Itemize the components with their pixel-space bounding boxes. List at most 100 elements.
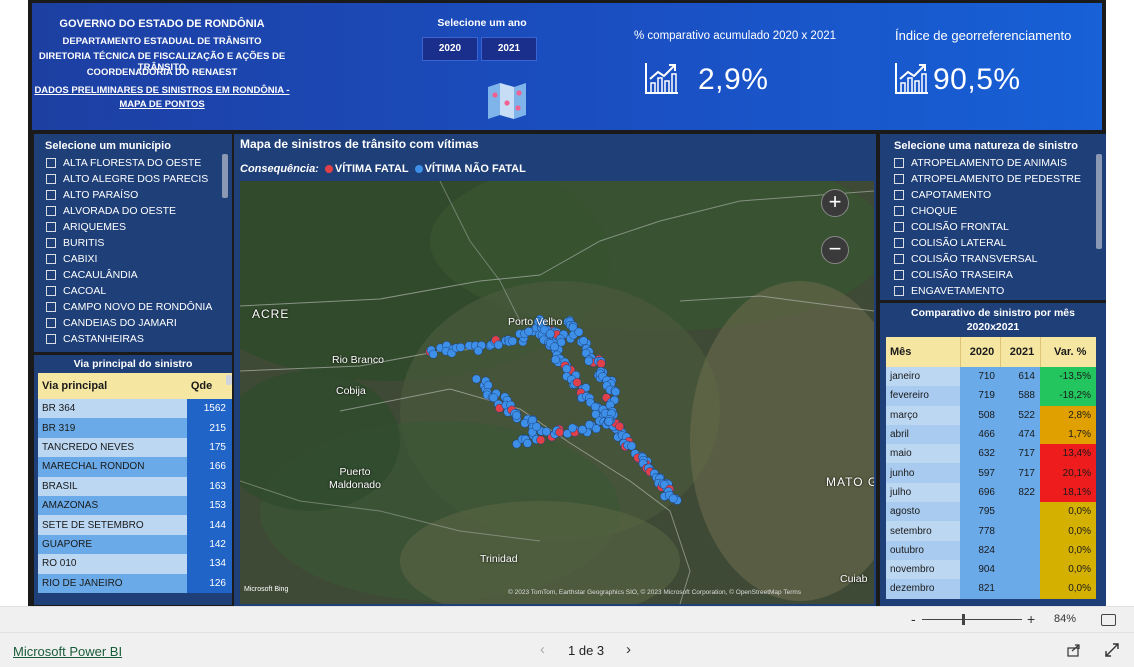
accident-point[interactable] bbox=[668, 494, 678, 504]
report-subtitle-line1[interactable]: DADOS PRELIMINARES DE SINISTROS EM RONDÔ… bbox=[32, 85, 292, 96]
monthly-row[interactable]: dezembro 821 0,0% bbox=[886, 579, 1096, 599]
monthly-row[interactable]: setembro 778 0,0% bbox=[886, 521, 1096, 541]
checkbox[interactable] bbox=[894, 286, 904, 296]
via-row[interactable]: BR 364 1562 bbox=[38, 399, 232, 419]
checkbox[interactable] bbox=[46, 190, 56, 200]
natureza-option[interactable]: COLISÃO LATERAL bbox=[894, 235, 1081, 251]
checkbox[interactable] bbox=[46, 174, 56, 184]
checkbox[interactable] bbox=[46, 222, 56, 232]
accident-point[interactable] bbox=[568, 423, 577, 433]
accident-point[interactable] bbox=[549, 342, 559, 352]
checkbox[interactable] bbox=[46, 334, 56, 344]
monthly-header-month[interactable]: Mês bbox=[886, 337, 960, 367]
accident-point[interactable] bbox=[524, 327, 534, 336]
accident-point[interactable] bbox=[562, 364, 572, 374]
accident-point[interactable] bbox=[591, 424, 601, 434]
municipio-option[interactable]: ALTO PARAÍSO bbox=[46, 187, 212, 203]
checkbox[interactable] bbox=[894, 158, 904, 168]
natureza-option[interactable]: COLISÃO TRASEIRA bbox=[894, 267, 1081, 283]
monthly-row[interactable]: abril 466 474 1,7% bbox=[886, 424, 1096, 445]
monthly-row[interactable]: janeiro 710 614 -13,5% bbox=[886, 367, 1096, 387]
map-credits[interactable]: © 2023 TomTom, Earthstar Geographics SIO… bbox=[508, 589, 801, 596]
accident-point[interactable] bbox=[611, 387, 621, 397]
monthly-row[interactable]: outubro 824 0,0% bbox=[886, 540, 1096, 560]
checkbox[interactable] bbox=[46, 270, 56, 280]
checkbox[interactable] bbox=[46, 302, 56, 312]
accident-point[interactable] bbox=[508, 336, 518, 346]
via-row[interactable]: RIO DE JANEIRO 126 bbox=[38, 573, 232, 593]
natureza-option[interactable]: CAPOTAMENTO bbox=[894, 187, 1081, 203]
municipio-option[interactable]: CANDEIAS DO JAMARI bbox=[46, 315, 212, 331]
municipio-option[interactable]: ALTO ALEGRE DOS PARECIS bbox=[46, 171, 212, 187]
folded-map-icon[interactable] bbox=[486, 83, 528, 119]
via-row[interactable]: GUAPORE 142 bbox=[38, 534, 232, 555]
natureza-option[interactable]: COLISÃO FRONTAL bbox=[894, 219, 1081, 235]
natureza-option[interactable]: ATROPELAMENTO DE ANIMAIS bbox=[894, 155, 1081, 171]
previous-page-icon[interactable]: ‹ bbox=[540, 641, 545, 658]
municipio-option[interactable]: CACAULÂNDIA bbox=[46, 267, 212, 283]
fit-to-page-icon[interactable] bbox=[1101, 614, 1116, 626]
monthly-header-2021[interactable]: 2021 bbox=[999, 337, 1040, 367]
legend-label-fatal[interactable]: VÍTIMA FATAL bbox=[335, 163, 409, 175]
natureza-scrollbar[interactable] bbox=[1096, 154, 1102, 249]
map-canvas[interactable]: + − ACRE Rio Branco Porto Velho Cobija P… bbox=[240, 181, 874, 604]
checkbox[interactable] bbox=[894, 238, 904, 248]
checkbox[interactable] bbox=[46, 206, 56, 216]
monthly-header-var[interactable]: Var. % bbox=[1039, 337, 1096, 367]
via-row[interactable]: BR 319 215 bbox=[38, 418, 232, 438]
monthly-row[interactable]: julho 696 822 18,1% bbox=[886, 482, 1096, 503]
monthly-row[interactable]: agosto 795 0,0% bbox=[886, 502, 1096, 522]
via-header-name[interactable]: Via principal bbox=[38, 373, 187, 399]
natureza-option[interactable]: ENGAVETAMENTO bbox=[894, 283, 1081, 299]
municipio-option[interactable]: ALTA FLORESTA DO OESTE bbox=[46, 155, 212, 171]
accident-point[interactable] bbox=[574, 327, 584, 337]
checkbox[interactable] bbox=[894, 206, 904, 216]
checkbox[interactable] bbox=[46, 158, 56, 168]
via-row[interactable]: SETE DE SETEMBRO 144 bbox=[38, 515, 232, 535]
municipio-option[interactable]: ARIQUEMES bbox=[46, 219, 212, 235]
zoom-slider-track[interactable] bbox=[922, 619, 1022, 620]
report-subtitle-line2[interactable]: MAPA DE PONTOS bbox=[32, 99, 292, 110]
accident-point[interactable] bbox=[579, 336, 589, 346]
powerbi-link[interactable]: Microsoft Power BI bbox=[13, 644, 122, 659]
checkbox[interactable] bbox=[894, 174, 904, 184]
monthly-row[interactable]: maio 632 717 13,4% bbox=[886, 444, 1096, 464]
accident-point[interactable] bbox=[428, 349, 438, 359]
zoom-plus-button[interactable]: + bbox=[1027, 611, 1035, 627]
accident-point[interactable] bbox=[471, 374, 481, 384]
accident-point[interactable] bbox=[456, 342, 466, 352]
fullscreen-icon[interactable] bbox=[1105, 643, 1119, 657]
via-row[interactable]: BRASIL 163 bbox=[38, 476, 232, 496]
next-page-icon[interactable]: › bbox=[626, 641, 631, 658]
accident-point[interactable] bbox=[604, 416, 614, 426]
via-row[interactable]: RO 010 134 bbox=[38, 554, 232, 574]
checkbox[interactable] bbox=[46, 286, 56, 296]
checkbox[interactable] bbox=[46, 238, 56, 248]
via-row[interactable]: TANCREDO NEVES 175 bbox=[38, 437, 232, 458]
municipio-option[interactable]: CAMPO NOVO DE RONDÔNIA bbox=[46, 299, 212, 315]
accident-point[interactable] bbox=[615, 422, 625, 431]
via-row[interactable]: AMAZONAS 153 bbox=[38, 495, 232, 516]
checkbox[interactable] bbox=[46, 254, 56, 264]
accident-point[interactable] bbox=[627, 441, 637, 451]
municipio-option[interactable]: BURITIS bbox=[46, 235, 212, 251]
natureza-option[interactable]: CHOQUE bbox=[894, 203, 1081, 219]
municipio-scrollbar[interactable] bbox=[222, 154, 228, 198]
zoom-slider-thumb[interactable] bbox=[962, 614, 965, 625]
share-icon[interactable] bbox=[1067, 643, 1081, 657]
checkbox[interactable] bbox=[894, 254, 904, 264]
municipio-option[interactable]: CASTANHEIRAS bbox=[46, 331, 212, 347]
year-button-2020[interactable]: 2020 bbox=[422, 37, 478, 61]
checkbox[interactable] bbox=[894, 190, 904, 200]
accident-point[interactable] bbox=[545, 329, 555, 339]
monthly-row[interactable]: novembro 904 0,0% bbox=[886, 559, 1096, 580]
checkbox[interactable] bbox=[894, 270, 904, 280]
via-scrollbar[interactable] bbox=[226, 375, 232, 385]
accident-point[interactable] bbox=[532, 422, 542, 432]
municipio-option[interactable]: ALVORADA DO OESTE bbox=[46, 203, 212, 219]
accident-point[interactable] bbox=[523, 438, 532, 448]
accident-point[interactable] bbox=[577, 425, 587, 435]
map-zoom-in-button[interactable]: + bbox=[821, 189, 849, 217]
accident-point[interactable] bbox=[555, 427, 565, 437]
monthly-row[interactable]: junho 597 717 20,1% bbox=[886, 463, 1096, 483]
